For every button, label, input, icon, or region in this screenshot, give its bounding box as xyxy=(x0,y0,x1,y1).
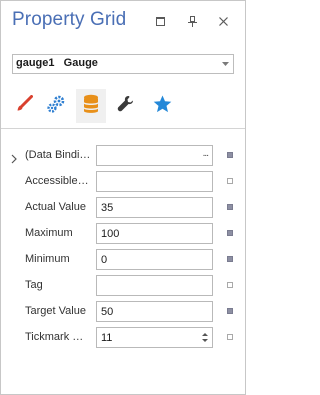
property-value: 35 xyxy=(101,202,114,214)
tabs-divider xyxy=(1,128,245,129)
property-value: 0 xyxy=(101,254,108,266)
category-tabs xyxy=(1,87,245,127)
property-label: Actual Value xyxy=(25,201,86,213)
property-editor-tag[interactable] xyxy=(96,275,213,296)
chevron-right-icon[interactable] xyxy=(10,151,18,164)
pin-button[interactable] xyxy=(183,12,201,30)
property-label: (Data Bindings) xyxy=(25,149,91,161)
property-label: Tickmark Count xyxy=(25,331,91,343)
property-row-data-bindings[interactable]: (Data Bindings) ... xyxy=(1,143,245,169)
object-selector-value: gauge1 Gauge xyxy=(16,57,98,69)
property-row-accessible-name[interactable]: Accessible Name xyxy=(1,169,245,195)
close-icon xyxy=(218,16,228,26)
property-row-target-value[interactable]: Target Value 50 xyxy=(1,299,245,325)
property-value: 11 xyxy=(101,332,113,344)
tab-behavior[interactable] xyxy=(41,89,71,123)
property-editor-maximum[interactable]: 100 xyxy=(96,223,213,244)
property-editor-actual-value[interactable]: 35 xyxy=(96,197,213,218)
property-marker[interactable] xyxy=(227,178,233,184)
chevron-down-icon[interactable] xyxy=(217,55,233,73)
property-marker[interactable] xyxy=(227,230,233,236)
ellipsis-button[interactable]: ... xyxy=(203,148,209,159)
brush-icon xyxy=(15,94,33,118)
property-row-maximum[interactable]: Maximum 100 xyxy=(1,221,245,247)
property-row-tag[interactable]: Tag xyxy=(1,273,245,299)
property-editor-minimum[interactable]: 0 xyxy=(96,249,213,270)
property-label: Maximum xyxy=(25,227,73,239)
property-label: Tag xyxy=(25,279,43,291)
star-icon xyxy=(153,95,172,118)
tab-layout[interactable] xyxy=(111,89,141,123)
title-bar: Property Grid xyxy=(1,1,245,43)
tab-favorites[interactable] xyxy=(147,89,177,123)
property-marker[interactable] xyxy=(227,152,233,158)
property-marker[interactable] xyxy=(227,334,233,340)
property-row-minimum[interactable]: Minimum 0 xyxy=(1,247,245,273)
spin-buttons[interactable] xyxy=(200,330,210,345)
property-editor-data-bindings[interactable]: ... xyxy=(96,145,213,166)
tab-data[interactable] xyxy=(76,89,106,123)
property-editor-accessible-name[interactable] xyxy=(96,171,213,192)
window-title: Property Grid xyxy=(12,9,127,30)
property-label: Target Value xyxy=(25,305,86,317)
restore-window-icon xyxy=(155,16,165,26)
restore-window-button[interactable] xyxy=(151,12,169,30)
object-selector[interactable]: gauge1 Gauge xyxy=(12,54,234,74)
property-editor-tickmark-count[interactable]: 11 xyxy=(96,327,213,348)
gears-icon xyxy=(46,94,66,119)
property-marker[interactable] xyxy=(227,204,233,210)
tab-appearance[interactable] xyxy=(9,89,39,123)
property-value: 100 xyxy=(101,228,120,240)
property-row-actual-value[interactable]: Actual Value 35 xyxy=(1,195,245,221)
spin-up-icon xyxy=(202,333,208,336)
property-marker[interactable] xyxy=(227,282,233,288)
wrench-icon xyxy=(117,95,135,118)
property-grid-panel: Property Grid gauge1 Gauge (Data Bindin … xyxy=(0,0,246,395)
close-button[interactable] xyxy=(214,12,232,30)
property-list: (Data Bindings) ... Accessible Name Actu… xyxy=(1,143,245,351)
pin-icon xyxy=(187,15,197,27)
database-icon xyxy=(83,94,99,119)
property-marker[interactable] xyxy=(227,308,233,314)
property-editor-target-value[interactable]: 50 xyxy=(96,301,213,322)
spin-down-icon xyxy=(202,339,208,342)
property-label: Accessible Name xyxy=(25,175,91,187)
property-label: Minimum xyxy=(25,253,70,265)
property-row-tickmark-count[interactable]: Tickmark Count 11 xyxy=(1,325,245,351)
property-value: 50 xyxy=(101,306,114,318)
property-marker[interactable] xyxy=(227,256,233,262)
